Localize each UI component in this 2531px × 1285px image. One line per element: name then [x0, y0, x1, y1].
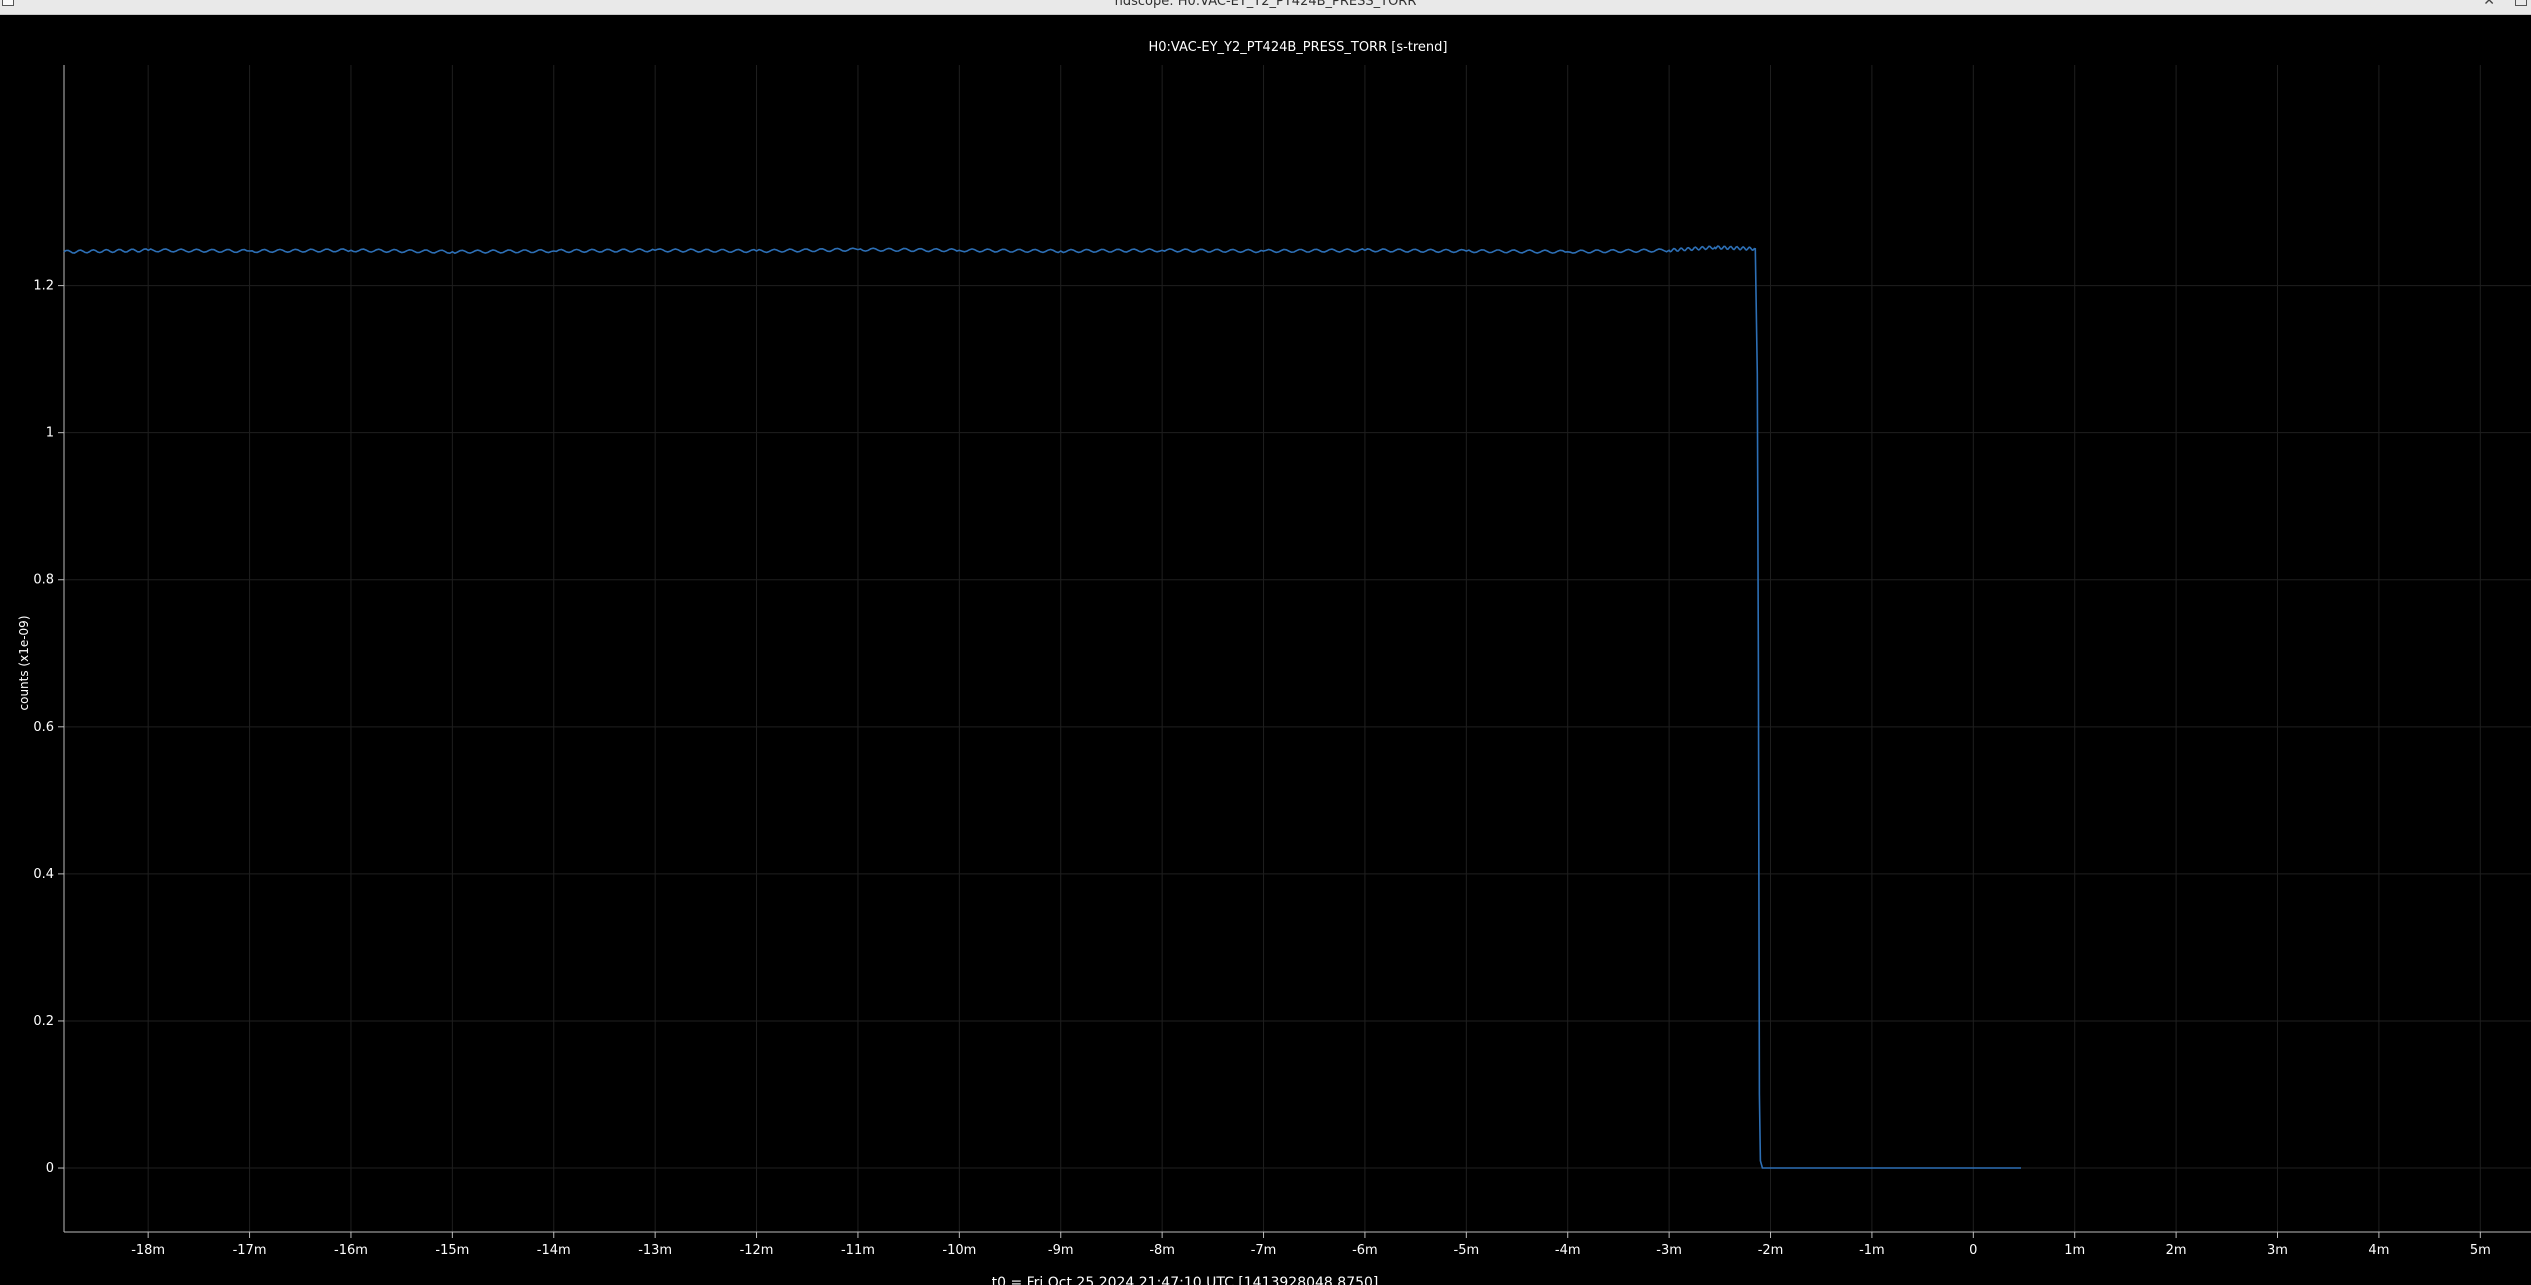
- x-tick-label: 0: [1969, 1243, 1977, 1258]
- y-tick-label: 0.8: [33, 573, 54, 588]
- x-tick-label: -5m: [1454, 1243, 1480, 1258]
- y-tick-label: 0.6: [33, 720, 54, 735]
- y-axis-label: counts (x1e-09): [17, 615, 31, 710]
- y-axis-ticks: 0 0.2 0.4 0.6 0.8 1 1.2: [33, 279, 64, 1176]
- y-tick-label: 0.4: [33, 867, 54, 882]
- series-trace: [63, 245, 2021, 1169]
- x-tick-label: 5m: [2470, 1243, 2491, 1258]
- x-tick-label: -13m: [638, 1243, 672, 1258]
- x-tick-label: 1m: [2064, 1243, 2085, 1258]
- x-tick-label: -15m: [435, 1243, 469, 1258]
- window-titlebar[interactable]: ndscope: H0:VAC-EY_Y2_PT424B_PRESS_TORR …: [0, 0, 2531, 15]
- plot-area[interactable]: -18m -17m -16m -15m -14m -13m -12m -11m -10m -9m -…: [0, 15, 2531, 1285]
- x-tick-label: -12m: [740, 1243, 774, 1258]
- x-tick-label: -14m: [537, 1243, 571, 1258]
- x-tick-label: -9m: [1048, 1243, 1074, 1258]
- grid-lines: [64, 65, 2531, 1232]
- x-tick-label: -6m: [1352, 1243, 1378, 1258]
- x-axis-label: t0 = Fri Oct 25 2024 21:47:10 UTC [14139…: [992, 1275, 1379, 1285]
- x-tick-label: -11m: [841, 1243, 875, 1258]
- window-title: ndscope: H0:VAC-EY_Y2_PT424B_PRESS_TORR: [1114, 0, 1417, 9]
- x-tick-label: -17m: [233, 1243, 267, 1258]
- x-tick-label: 2m: [2166, 1243, 2187, 1258]
- close-icon[interactable]: ✕: [2483, 0, 2495, 9]
- x-axis-ticks: -18m -17m -16m -15m -14m -13m -12m -11m -10m -9m -…: [131, 1232, 2491, 1258]
- plot-title: H0:VAC-EY_Y2_PT424B_PRESS_TORR [s-trend]: [1148, 40, 1447, 55]
- y-tick-label: 1: [46, 426, 54, 441]
- x-tick-label: -1m: [1859, 1243, 1885, 1258]
- series-layer: [63, 245, 2021, 1169]
- plot-axes: [63, 65, 2531, 1233]
- x-tick-label: -16m: [334, 1243, 368, 1258]
- x-tick-label: -7m: [1251, 1243, 1277, 1258]
- y-tick-label: 0: [46, 1161, 54, 1176]
- x-tick-label: 3m: [2267, 1243, 2288, 1258]
- x-tick-label: -2m: [1758, 1243, 1784, 1258]
- restore-icon[interactable]: [2515, 0, 2527, 6]
- y-tick-label: 1.2: [33, 279, 54, 294]
- x-tick-label: 4m: [2368, 1243, 2389, 1258]
- ndscope-window: ndscope: H0:VAC-EY_Y2_PT424B_PRESS_TORR …: [0, 0, 2531, 1285]
- y-tick-label: 0.2: [33, 1014, 54, 1029]
- x-tick-label: -10m: [942, 1243, 976, 1258]
- x-tick-label: -18m: [131, 1243, 165, 1258]
- x-tick-label: -4m: [1555, 1243, 1581, 1258]
- x-tick-label: -3m: [1656, 1243, 1682, 1258]
- x-tick-label: -8m: [1149, 1243, 1175, 1258]
